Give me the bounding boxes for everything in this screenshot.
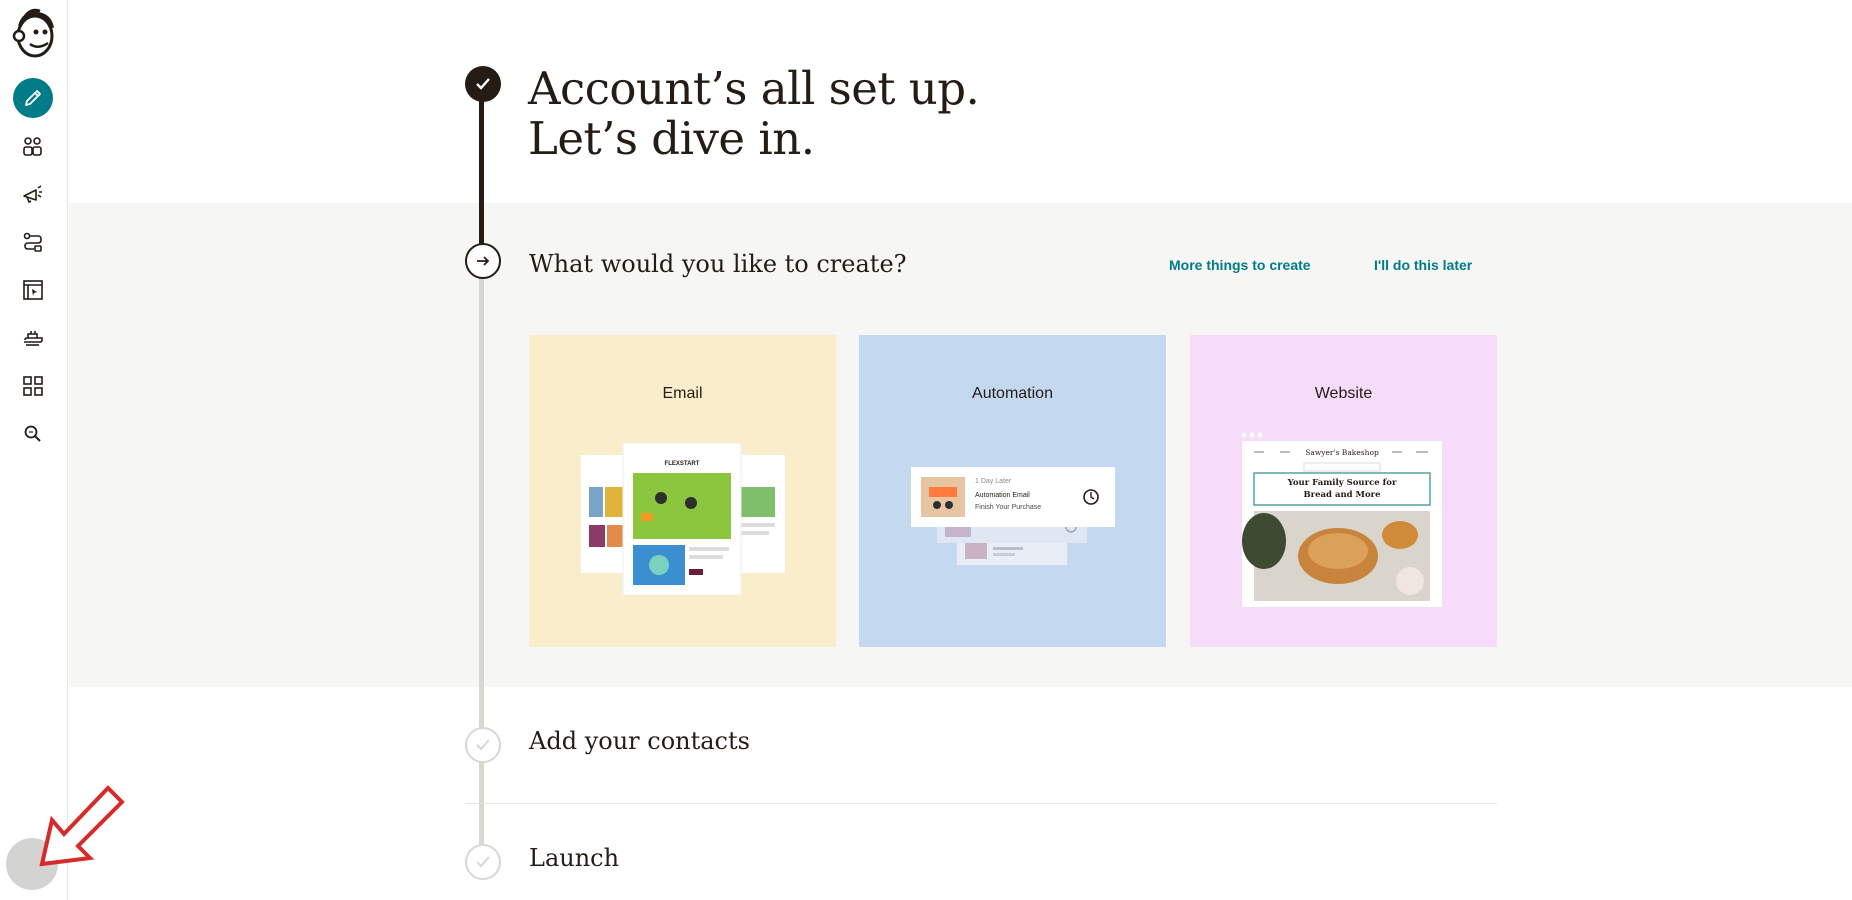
apps-grid-icon xyxy=(23,376,43,396)
step-pending-indicator xyxy=(465,727,501,763)
contacts-step-title[interactable]: Add your contacts xyxy=(529,727,750,755)
pencil-icon xyxy=(25,90,41,106)
automation-icon xyxy=(23,232,42,252)
timeline-progress xyxy=(479,84,484,262)
automation-card-label: Automation xyxy=(972,385,1053,402)
automation-illustration: 1 Day Later Automation Email Finish Your… xyxy=(911,467,1115,565)
step-current-indicator xyxy=(465,243,501,279)
create-step-title: What would you like to create? xyxy=(529,250,907,278)
avatar[interactable] xyxy=(6,838,58,890)
website-nav-button[interactable] xyxy=(13,270,53,310)
email-card-label: Email xyxy=(662,385,703,402)
timeline-track xyxy=(479,262,484,872)
do-this-later-link[interactable]: I'll do this later xyxy=(1374,257,1472,273)
more-things-to-create-link[interactable]: More things to create xyxy=(1169,257,1311,273)
website-card-label: Website xyxy=(1314,385,1373,402)
step-complete-indicator xyxy=(465,66,501,102)
step-pending-indicator xyxy=(465,844,501,880)
search-icon xyxy=(24,425,41,442)
page-title-line1: Account’s all set up. xyxy=(528,62,980,115)
automation-email-name: Automation Email xyxy=(975,492,1030,499)
launch-step-title[interactable]: Launch xyxy=(529,844,619,872)
website-headline-1: Your Family Source for xyxy=(1287,478,1397,488)
website-headline-2: Bread and More xyxy=(1303,490,1381,500)
automations-nav-button[interactable] xyxy=(13,222,53,262)
sidebar xyxy=(0,0,68,900)
website-shop-name: Sawyer's Bakeshop xyxy=(1305,448,1379,457)
website-icon xyxy=(23,280,43,300)
integrations-icon xyxy=(24,331,43,346)
audience-icon xyxy=(23,137,42,156)
email-card[interactable]: Email FLEXSTART xyxy=(529,335,836,647)
search-nav-button[interactable] xyxy=(13,414,53,454)
integrations-nav-button[interactable] xyxy=(13,318,53,358)
step-divider xyxy=(465,803,1497,804)
website-illustration: Sawyer's Bakeshop Your Family Source for… xyxy=(1241,432,1442,607)
automation-email-subject: Finish Your Purchase xyxy=(975,504,1041,511)
create-nav-button[interactable] xyxy=(13,78,53,118)
email-illustration: FLEXSTART xyxy=(581,443,785,595)
checkmark-icon xyxy=(476,739,490,751)
email-illustration-brand: FLEXSTART xyxy=(665,461,700,467)
checkmark-icon xyxy=(476,78,490,90)
mailchimp-logo[interactable] xyxy=(10,8,56,60)
megaphone-icon xyxy=(23,185,42,204)
checkmark-icon xyxy=(476,856,490,868)
content-nav-button[interactable] xyxy=(13,366,53,406)
page-title: Account’s all set up. Let’s dive in. xyxy=(528,62,980,165)
arrow-right-icon xyxy=(477,256,490,266)
page-title-line2: Let’s dive in. xyxy=(528,112,815,165)
audience-nav-button[interactable] xyxy=(13,126,53,166)
campaigns-nav-button[interactable] xyxy=(13,174,53,214)
automation-card[interactable]: Automation 1 Day Later Automation Email … xyxy=(859,335,1166,647)
automation-delay-text: 1 Day Later xyxy=(975,478,1012,485)
website-card[interactable]: Website Sawyer's Bakeshop Your Family So… xyxy=(1190,335,1497,647)
